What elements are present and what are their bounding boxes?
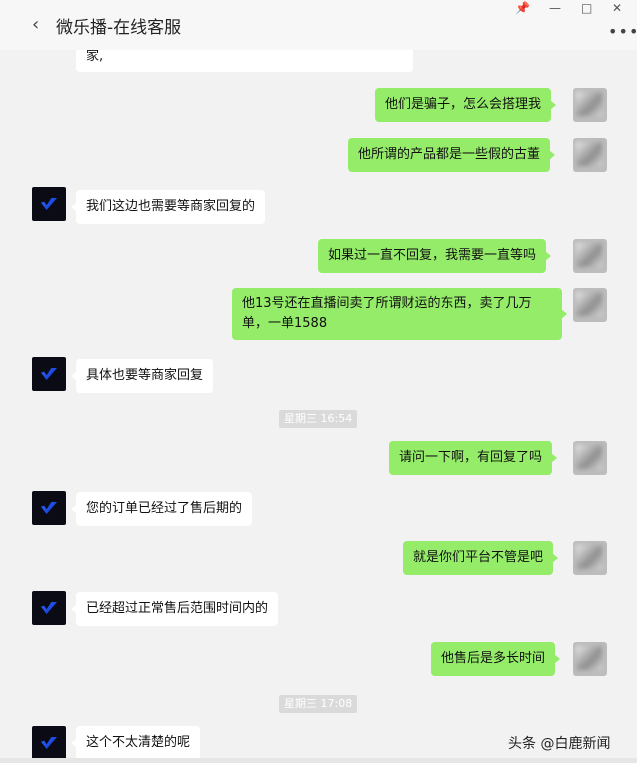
message-text: 就是你们平台不管是吧 [413,550,544,565]
input-toolbar-edge [0,758,637,763]
maximize-icon[interactable]: □ [581,1,592,15]
message-bubble-incoming: 我们这边也需要等商家回复的 [70,190,266,224]
message-bubble-incoming: 已经超过正常售后范围时间内的 [70,592,279,626]
message-text: 他13号还在直播间卖了所谓财运的东西，卖了几万单，一单1588 [242,296,532,331]
user-avatar[interactable] [573,239,607,273]
message-text: 这个不太清楚的呢 [86,735,191,750]
message-text: 请问一下啊，有回复了吗 [399,450,543,465]
message-text: 家, [86,50,104,64]
title-bar: ‹ 微乐播-在线客服 📌 — □ ✕ • • • [0,0,637,50]
merchant-avatar[interactable] [32,591,66,625]
more-icon[interactable]: • • • [608,22,637,41]
message-bubble-outgoing: 他售后是多长时间 [431,642,561,676]
message-text: 您的订单已经过了售后期的 [86,501,243,516]
user-avatar[interactable] [573,288,607,322]
minimize-icon[interactable]: — [549,1,561,15]
message-bubble-incoming: 具体也要等商家回复 [70,359,214,393]
message-bubble-outgoing: 他13号还在直播间卖了所谓财运的东西，卖了几万单，一单1588 [232,288,567,340]
message-bubble-outgoing: 如果过一直不回复，我需要一直等吗 [318,239,552,273]
message-text: 如果过一直不回复，我需要一直等吗 [328,248,537,263]
chat-title: 微乐播-在线客服 [56,18,182,38]
timestamp: 星期三 17:08 [279,695,358,713]
message-bubble-incoming: 您的订单已经过了售后期的 [70,492,253,526]
message-text: 已经超过正常售后范围时间内的 [86,601,269,616]
message-text: 他们是骗子，怎么会搭理我 [385,97,542,112]
message-bubble-outgoing: 他们是骗子，怎么会搭理我 [375,88,557,122]
user-avatar[interactable] [573,642,607,676]
message-bubble-incoming: 家, [76,50,413,72]
message-text: 我们这边也需要等商家回复的 [86,199,256,214]
message-bubble-outgoing: 请问一下啊，有回复了吗 [389,441,558,475]
user-avatar[interactable] [573,88,607,122]
merchant-avatar[interactable] [32,357,66,391]
message-text: 他售后是多长时间 [441,651,546,666]
message-text: 他所谓的产品都是一些假的古董 [358,147,541,162]
merchant-avatar[interactable] [32,726,66,760]
message-bubble-outgoing: 就是你们平台不管是吧 [403,541,559,575]
chevron-left-icon[interactable]: ‹ [32,14,39,35]
close-icon[interactable]: ✕ [612,1,622,15]
timestamp: 星期三 16:54 [279,410,358,428]
chat-area[interactable]: 家, 他们是骗子，怎么会搭理我 他所谓的产品都是一些假的古董 我们这边也需要等商… [0,50,637,763]
message-text: 具体也要等商家回复 [86,368,204,383]
merchant-avatar[interactable] [32,491,66,525]
message-bubble-outgoing: 他所谓的产品都是一些假的古董 [348,138,556,172]
watermark: 头条 @白鹿新闻 [508,736,611,752]
user-avatar[interactable] [573,541,607,575]
user-avatar[interactable] [573,138,607,172]
merchant-avatar[interactable] [32,187,66,221]
user-avatar[interactable] [573,441,607,475]
pin-icon[interactable]: 📌 [515,1,530,15]
message-bubble-incoming: 这个不太清楚的呢 [70,726,201,760]
